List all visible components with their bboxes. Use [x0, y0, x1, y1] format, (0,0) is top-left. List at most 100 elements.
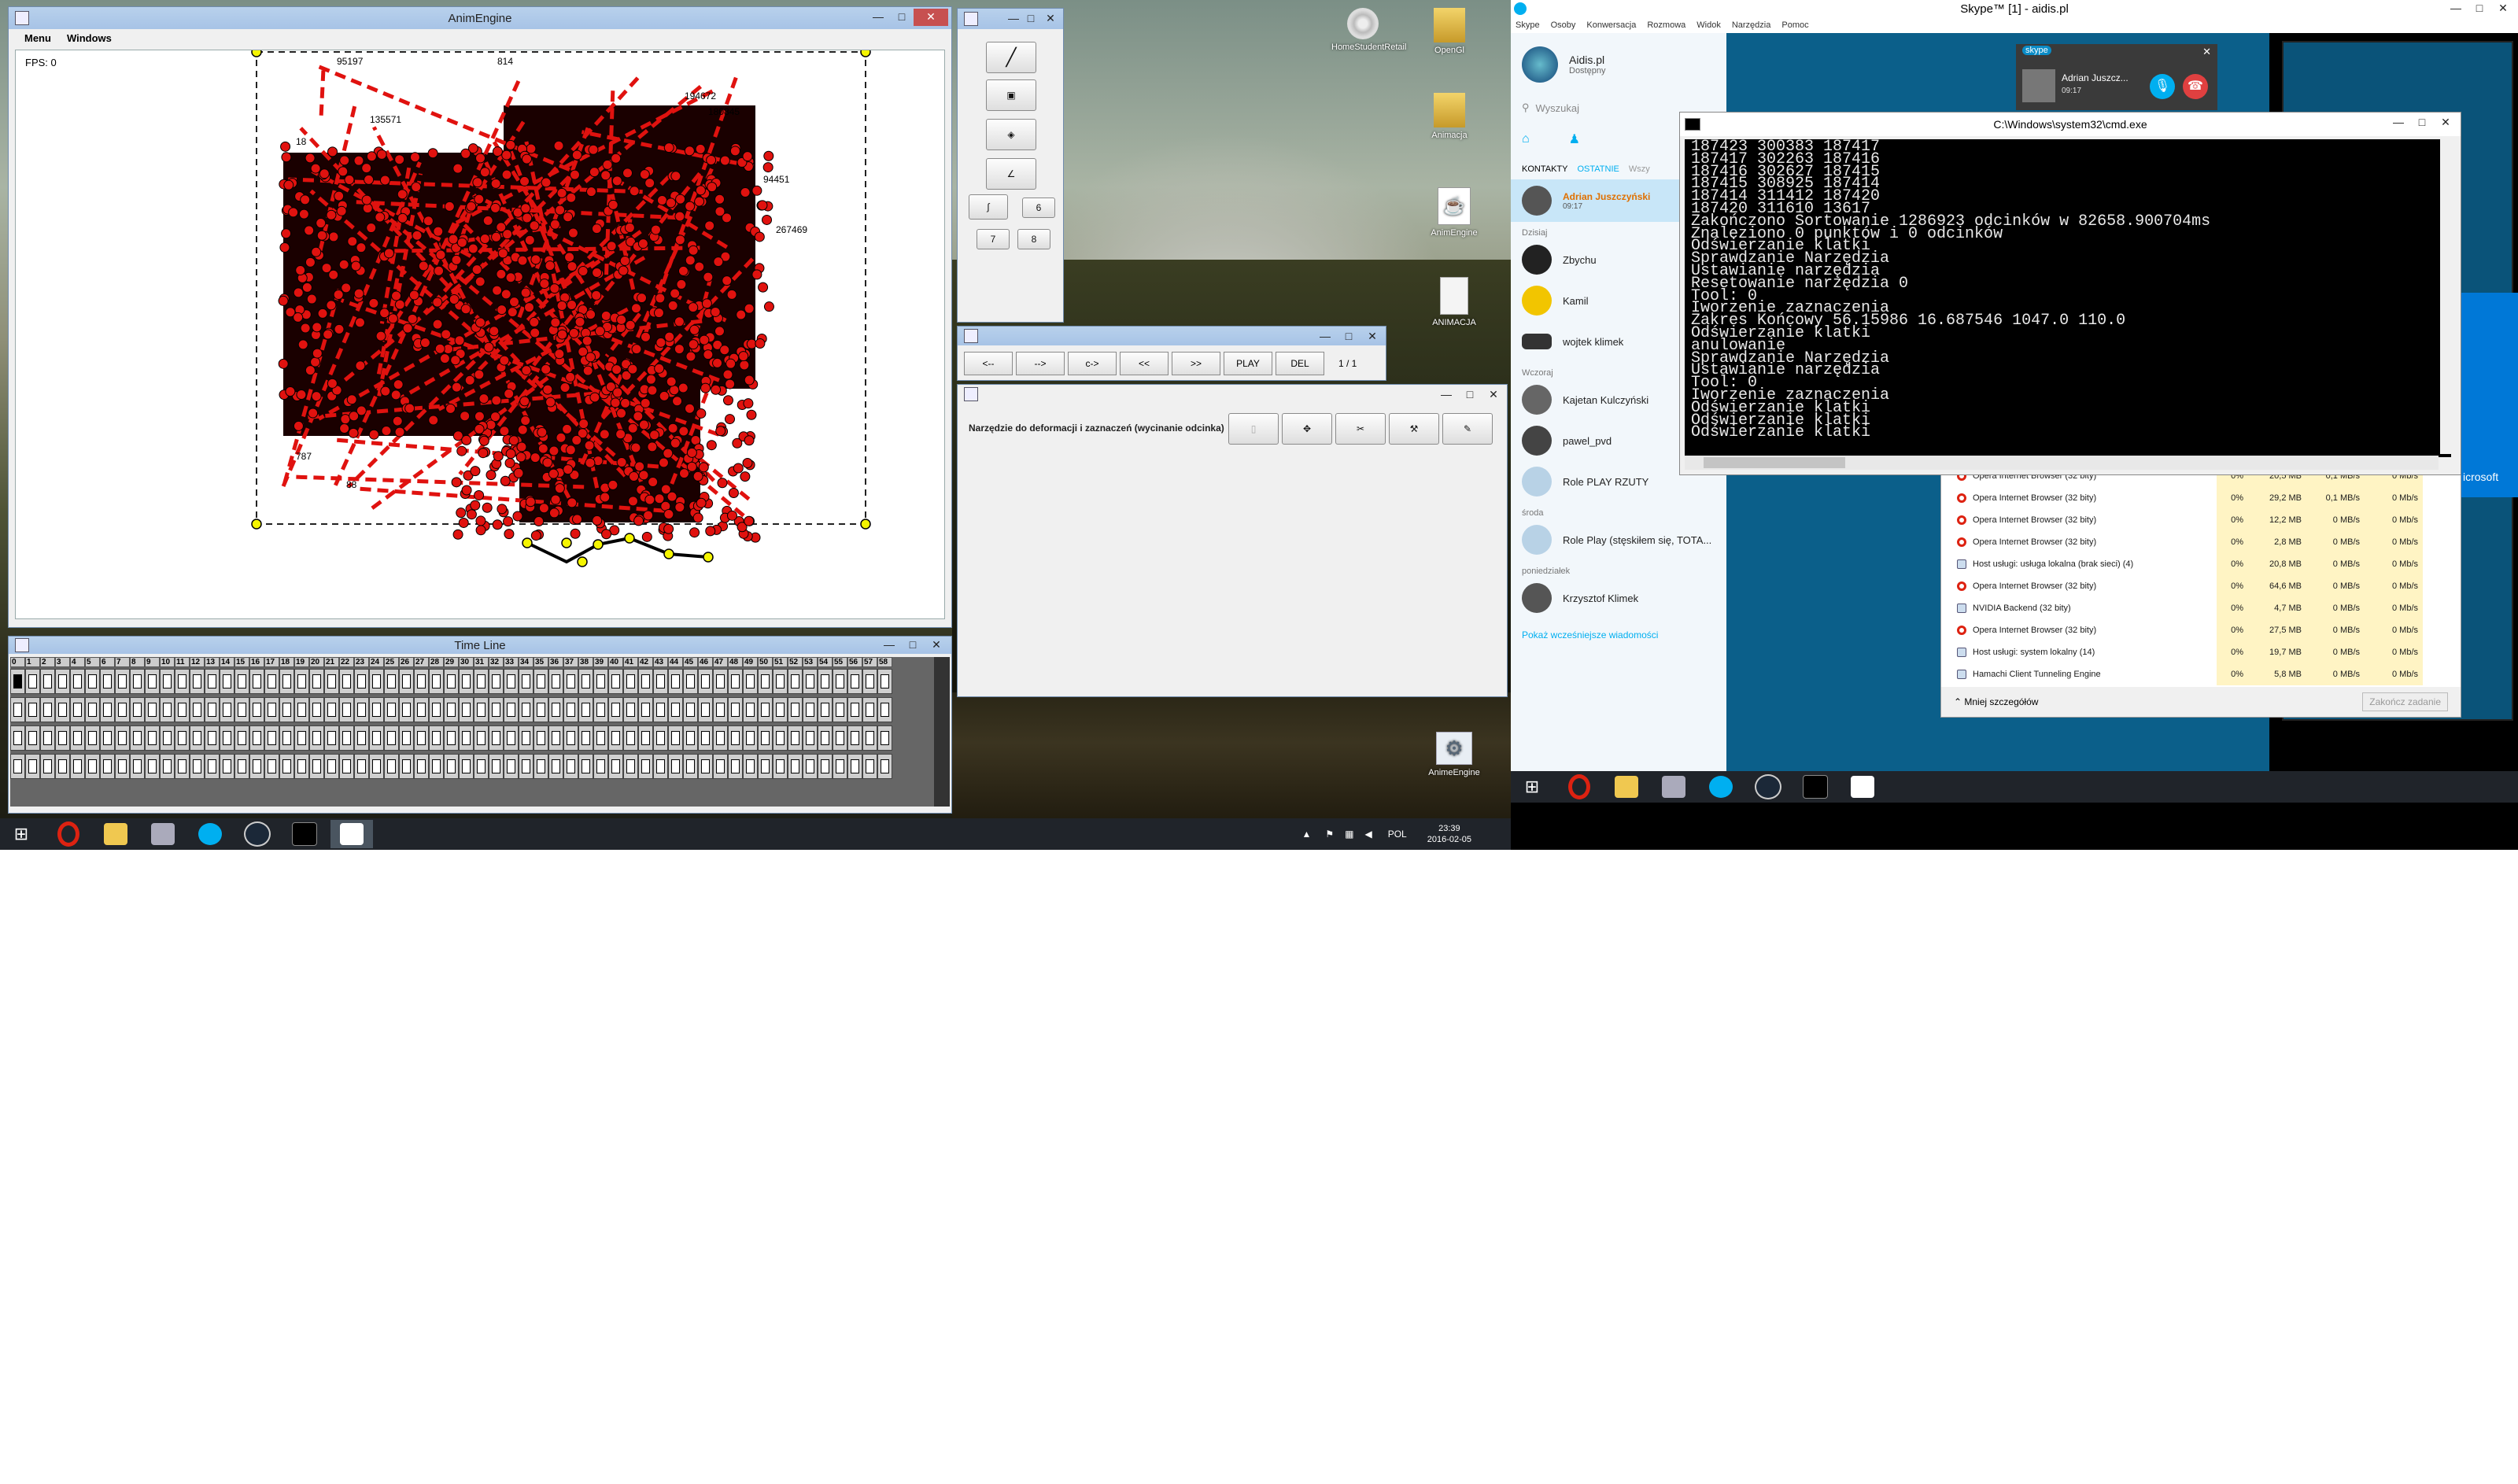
- point-marker[interactable]: [645, 374, 656, 385]
- point-marker[interactable]: [742, 458, 753, 469]
- frame-cell[interactable]: [414, 754, 429, 779]
- frame-cell[interactable]: [623, 697, 638, 722]
- point-marker[interactable]: [740, 471, 751, 482]
- frame-cell[interactable]: [608, 754, 623, 779]
- point-marker[interactable]: [478, 393, 489, 404]
- point-marker[interactable]: [516, 441, 527, 452]
- point-marker[interactable]: [674, 344, 685, 355]
- point-marker[interactable]: [743, 398, 754, 409]
- point-marker[interactable]: [517, 255, 528, 266]
- clock[interactable]: 23:39 2016-02-05: [1427, 823, 1471, 845]
- point-marker[interactable]: [624, 222, 635, 233]
- frame-cell[interactable]: [713, 754, 728, 779]
- point-marker[interactable]: [644, 178, 655, 189]
- frame-cell[interactable]: [369, 697, 384, 722]
- frame-cell[interactable]: [877, 697, 892, 722]
- frame-cell[interactable]: [653, 754, 668, 779]
- process-row[interactable]: NVIDIA Backend (32 bity) 0% 4,7 MB 0 MB/s 0 …: [1957, 597, 2461, 619]
- frame-cell[interactable]: [279, 669, 294, 694]
- point-marker[interactable]: [472, 177, 483, 188]
- point-marker[interactable]: [722, 369, 733, 380]
- frame-cell[interactable]: [25, 725, 40, 751]
- frame-cell[interactable]: [563, 669, 578, 694]
- point-marker[interactable]: [441, 329, 452, 340]
- point-marker[interactable]: [570, 528, 581, 539]
- menu-item-widok[interactable]: Widok: [1697, 20, 1721, 30]
- point-marker[interactable]: [658, 457, 669, 468]
- point-marker[interactable]: [293, 287, 304, 298]
- minimize-button[interactable]: —: [2387, 114, 2410, 131]
- point-marker[interactable]: [607, 199, 618, 210]
- frame-cell[interactable]: [758, 697, 773, 722]
- point-marker[interactable]: [550, 317, 561, 328]
- point-marker[interactable]: [647, 385, 658, 396]
- point-marker[interactable]: [504, 529, 515, 540]
- point-marker[interactable]: [666, 197, 677, 209]
- point-marker[interactable]: [692, 512, 703, 523]
- point-marker[interactable]: [627, 496, 638, 507]
- point-marker[interactable]: [740, 186, 751, 197]
- taskbar-skype[interactable]: [1700, 773, 1742, 801]
- point-marker[interactable]: [569, 169, 580, 180]
- profile-header[interactable]: Aidis.pl Dostępny: [1511, 33, 1726, 96]
- point-marker[interactable]: [308, 408, 319, 419]
- frame-cell[interactable]: [519, 697, 534, 722]
- point-marker[interactable]: [326, 300, 337, 311]
- point-marker[interactable]: [722, 395, 733, 406]
- point-marker[interactable]: [634, 461, 645, 472]
- frame-cell[interactable]: [474, 697, 489, 722]
- process-row[interactable]: Opera Internet Browser (32 bity) 0% 2,8 MB…: [1957, 531, 2461, 553]
- point-marker[interactable]: [340, 414, 351, 425]
- desktop-icon-animacja-folder[interactable]: Animacja: [1418, 93, 1481, 140]
- point-marker[interactable]: [412, 230, 423, 241]
- frame-cell[interactable]: [489, 697, 504, 722]
- cut-segment-button[interactable]: ✂: [1335, 413, 1386, 445]
- point-marker[interactable]: [517, 424, 528, 435]
- point-marker[interactable]: [505, 272, 516, 283]
- point-marker[interactable]: [762, 214, 773, 225]
- point-marker[interactable]: [563, 464, 574, 475]
- point-marker[interactable]: [474, 194, 485, 205]
- point-marker[interactable]: [751, 269, 762, 280]
- point-marker[interactable]: [728, 487, 739, 498]
- frame-cell[interactable]: [85, 669, 100, 694]
- point-marker[interactable]: [346, 394, 357, 405]
- point-marker[interactable]: [542, 457, 553, 468]
- frame-cell[interactable]: [489, 669, 504, 694]
- point-marker[interactable]: [350, 260, 361, 271]
- frame-cell[interactable]: [548, 754, 563, 779]
- desktop-icon-homestudent[interactable]: HomeStudentRetail: [1331, 8, 1406, 52]
- frame-cell[interactable]: [743, 697, 758, 722]
- frame-cell[interactable]: [294, 669, 309, 694]
- frame-cell[interactable]: [504, 754, 519, 779]
- tool-button-8[interactable]: 8: [1017, 229, 1050, 249]
- point-marker[interactable]: [640, 397, 651, 408]
- frame-cell[interactable]: [803, 669, 818, 694]
- point-marker[interactable]: [508, 435, 519, 446]
- point-marker[interactable]: [685, 351, 696, 362]
- frame-cell[interactable]: [55, 697, 70, 722]
- frame-cell[interactable]: [534, 725, 548, 751]
- frame-cell[interactable]: [818, 697, 833, 722]
- frame-cell[interactable]: [833, 754, 847, 779]
- point-marker[interactable]: [432, 319, 443, 330]
- frame-cell[interactable]: [474, 754, 489, 779]
- point-marker[interactable]: [368, 297, 379, 308]
- point-marker[interactable]: [366, 151, 377, 162]
- point-marker[interactable]: [529, 220, 540, 231]
- point-marker[interactable]: [456, 445, 467, 456]
- frame-cell[interactable]: [324, 725, 339, 751]
- frame-cell[interactable]: [743, 669, 758, 694]
- frame-cell[interactable]: [399, 754, 414, 779]
- point-marker[interactable]: [688, 245, 699, 256]
- taskbar-explorer[interactable]: [1605, 773, 1648, 801]
- point-marker[interactable]: [383, 248, 394, 259]
- point-marker[interactable]: [706, 154, 717, 165]
- point-marker[interactable]: [553, 140, 564, 151]
- point-marker[interactable]: [607, 479, 618, 490]
- point-marker[interactable]: [754, 231, 765, 242]
- point-marker[interactable]: [542, 384, 553, 395]
- menu-item-rozmowa[interactable]: Rozmowa: [1647, 20, 1685, 30]
- menu-item-konwersacja[interactable]: Konwersacja: [1586, 20, 1636, 30]
- frame-cell[interactable]: [534, 669, 548, 694]
